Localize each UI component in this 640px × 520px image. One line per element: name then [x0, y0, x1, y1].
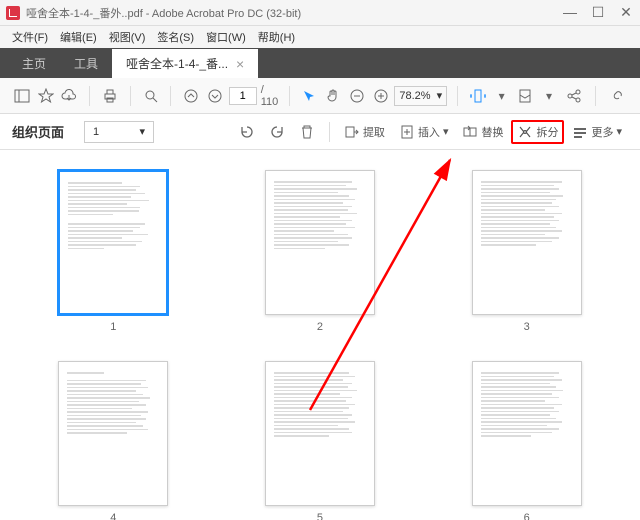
main-toolbar: / 110 78.2% ▾ ▾ ▾ — [0, 78, 640, 114]
page-thumbnail[interactable]: 6 — [453, 361, 600, 520]
split-button[interactable]: 拆分 — [511, 120, 564, 144]
menubar: 文件(F) 编辑(E) 视图(V) 签名(S) 窗口(W) 帮助(H) — [0, 26, 640, 48]
page-up-icon[interactable] — [181, 85, 201, 107]
page-preview — [58, 170, 168, 315]
split-label: 拆分 — [536, 124, 558, 140]
page-number-label: 2 — [317, 321, 323, 333]
page-thumbnail[interactable]: 4 — [40, 361, 187, 520]
more-label: 更多 — [591, 124, 613, 140]
separator — [130, 86, 131, 106]
fit-page-icon[interactable] — [515, 85, 535, 107]
page-preview — [265, 361, 375, 506]
page-number-label: 6 — [524, 512, 530, 520]
separator — [289, 86, 290, 106]
link-icon[interactable] — [606, 85, 628, 107]
tab-document[interactable]: 哑舍全本-1-4-_番... × — [112, 49, 258, 78]
chevron-down-icon: ▾ — [139, 125, 145, 138]
maximize-button[interactable]: ☐ — [590, 4, 606, 21]
page-preview — [265, 170, 375, 315]
menu-edit[interactable]: 编辑(E) — [56, 27, 101, 47]
window-title: 哑舍全本-1-4-_番外..pdf - Adobe Acrobat Pro DC… — [26, 5, 562, 21]
organize-panel-toolbar: 组织页面 1 ▾ 提取 插入 ▾ 替换 拆分 更多 ▾ — [0, 114, 640, 150]
hand-tool-icon[interactable] — [323, 85, 343, 107]
select-tool-icon[interactable] — [300, 85, 320, 107]
chevron-down-icon: ▾ — [616, 125, 622, 138]
page-number-label: 5 — [317, 512, 323, 520]
page-number-label: 4 — [110, 512, 116, 520]
search-icon[interactable] — [141, 85, 161, 107]
tab-document-label: 哑舍全本-1-4-_番... — [126, 55, 228, 72]
zoom-in-icon[interactable] — [371, 85, 391, 107]
page-range-value: 1 — [93, 126, 99, 138]
separator — [170, 86, 171, 106]
more-button[interactable]: 更多 ▾ — [566, 120, 628, 144]
tab-home[interactable]: 主页 — [8, 49, 60, 78]
acrobat-app-icon — [6, 6, 20, 20]
extract-label: 提取 — [363, 124, 385, 140]
chevron-down-icon[interactable]: ▾ — [539, 85, 559, 107]
page-number-label: 1 — [110, 321, 116, 333]
insert-label: 插入 — [418, 124, 440, 140]
menu-view[interactable]: 视图(V) — [105, 27, 150, 47]
sidebar-toggle-icon[interactable] — [12, 85, 32, 107]
page-total-label: / 110 — [261, 84, 279, 108]
page-preview — [472, 361, 582, 506]
tab-bar: 主页 工具 哑舍全本-1-4-_番... × — [0, 48, 640, 78]
zoom-value: 78.2% — [399, 90, 430, 102]
separator — [89, 86, 90, 106]
page-range-select[interactable]: 1 ▾ — [84, 121, 154, 143]
page-down-icon[interactable] — [205, 85, 225, 107]
rotate-left-button[interactable] — [233, 120, 261, 144]
menu-help[interactable]: 帮助(H) — [254, 27, 299, 47]
chevron-down-icon: ▾ — [443, 125, 449, 138]
page-indicator: / 110 — [229, 84, 279, 108]
separator — [457, 86, 458, 106]
chevron-down-icon: ▾ — [437, 89, 443, 102]
page-preview — [472, 170, 582, 315]
page-preview — [58, 361, 168, 506]
tab-tools[interactable]: 工具 — [60, 49, 112, 78]
thumbnail-grid: 1 2 3 4 5 6 — [0, 150, 640, 520]
replace-label: 替换 — [481, 124, 503, 140]
close-button[interactable]: ✕ — [618, 4, 634, 21]
rotate-right-button[interactable] — [263, 120, 291, 144]
page-number-label: 3 — [524, 321, 530, 333]
zoom-out-icon[interactable] — [347, 85, 367, 107]
extract-button[interactable]: 提取 — [338, 120, 391, 144]
window-titlebar: 哑舍全本-1-4-_番外..pdf - Adobe Acrobat Pro DC… — [0, 0, 640, 26]
separator — [329, 122, 330, 142]
page-thumbnail[interactable]: 1 — [40, 170, 187, 333]
replace-button[interactable]: 替换 — [456, 120, 509, 144]
page-thumbnail[interactable]: 5 — [247, 361, 394, 520]
page-thumbnail[interactable]: 3 — [453, 170, 600, 333]
menu-window[interactable]: 窗口(W) — [202, 27, 250, 47]
tab-close-icon[interactable]: × — [236, 56, 244, 72]
chevron-down-icon[interactable]: ▾ — [492, 85, 512, 107]
fit-width-icon[interactable] — [468, 85, 488, 107]
minimize-button[interactable]: — — [562, 4, 578, 21]
share-icon[interactable] — [563, 85, 585, 107]
panel-title: 组织页面 — [12, 122, 64, 141]
zoom-select[interactable]: 78.2% ▾ — [394, 86, 447, 106]
print-icon[interactable] — [100, 85, 120, 107]
menu-sign[interactable]: 签名(S) — [153, 27, 198, 47]
page-number-input[interactable] — [229, 87, 257, 105]
star-icon[interactable] — [36, 85, 56, 107]
separator — [595, 86, 596, 106]
page-thumbnail[interactable]: 2 — [247, 170, 394, 333]
insert-button[interactable]: 插入 ▾ — [393, 120, 455, 144]
menu-file[interactable]: 文件(F) — [8, 27, 52, 47]
delete-button[interactable] — [293, 120, 321, 144]
cloud-save-icon[interactable] — [59, 85, 79, 107]
